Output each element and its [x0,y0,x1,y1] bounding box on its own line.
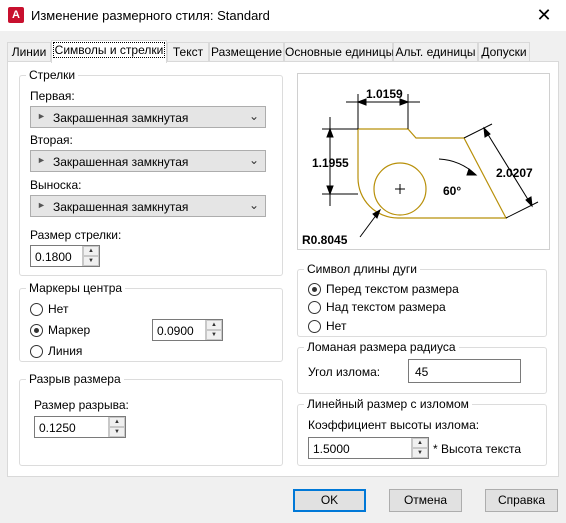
arrowheads-title: Стрелки [26,68,79,82]
preview-angle: 60° [443,184,461,198]
app-icon: A [8,7,24,23]
center-mark-radio[interactable] [30,324,43,337]
arrow-size-value: 0.1800 [35,250,72,264]
help-button[interactable]: Справка [485,489,558,512]
center-mark-size-value: 0.0900 [157,324,194,338]
linear-jog-title: Линейный размер с изломом [304,397,472,411]
center-line-label: Линия [48,344,83,358]
spin-up-button[interactable]: ▲ [109,417,125,427]
center-line-radio[interactable] [30,345,43,358]
jog-angle-label: Угол излома: [308,365,381,379]
first-arrow-select[interactable]: ► Закрашенная замкнутая ⌄ [30,106,266,128]
spin-down-button[interactable]: ▼ [412,448,428,458]
window-title: Изменение размерного стиля: Standard [31,8,270,23]
arrow-size-spinner[interactable]: 0.1800 ▲ ▼ [30,245,100,267]
dim-break-title: Разрыв размера [26,372,124,386]
spin-down-button[interactable]: ▼ [206,330,222,340]
arc-none-label: Нет [326,319,347,333]
leader-arrow-value: Закрашенная замкнутая [53,200,189,214]
jog-angle-input[interactable]: 45 [408,359,521,383]
title-bar: A Изменение размерного стиля: Standard ✕ [0,0,566,31]
arc-above-label: Над текстом размера [326,300,446,314]
preview-dim-left: 1.1955 [312,156,349,170]
second-arrow-select[interactable]: ► Закрашенная замкнутая ⌄ [30,150,266,172]
break-size-spinner[interactable]: 0.1250 ▲ ▼ [34,416,126,438]
preview-drawing: 1.0159 1.1955 2.0207 60° R0.8045 [302,87,539,247]
leader-arrow-label: Выноска: [30,178,82,192]
part-outline [357,128,507,219]
arc-before-radio[interactable] [308,283,321,296]
spin-down-button[interactable]: ▼ [83,256,99,266]
leader-arrow-select[interactable]: ► Закрашенная замкнутая ⌄ [30,195,266,217]
chevron-down-icon: ⌄ [248,109,259,123]
break-size-label: Размер разрыва: [34,398,129,412]
preview-dim-right: 2.0207 [496,166,533,180]
dim-break-group: Разрыв размера Размер разрыва: 0.1250 ▲ … [19,372,283,466]
tab-symbols-arrows[interactable]: Символы и стрелки [51,40,167,63]
arrow-icon: ► [37,111,46,121]
arc-none-radio[interactable] [308,320,321,333]
jog-factor-suffix: * Высота текста [433,442,522,456]
radius-jog-group: Ломаная размера радиуса Угол излома: 45 [297,340,547,394]
center-marks-title: Маркеры центра [26,281,126,295]
center-none-radio[interactable] [30,303,43,316]
tab-panel: Стрелки Первая: ► Закрашенная замкнутая … [7,61,559,477]
tab-tolerances[interactable]: Допуски [478,42,530,62]
tab-text[interactable]: Текст [167,42,209,62]
center-none-label: Нет [48,302,69,316]
tab-lines[interactable]: Линии [7,42,51,62]
spin-up-button[interactable]: ▲ [412,438,428,448]
second-arrow-label: Вторая: [30,133,73,147]
center-marks-group: Маркеры центра Нет Маркер Линия 0.0900 ▲… [19,281,283,362]
break-size-value: 0.1250 [39,421,76,435]
radius-jog-title: Ломаная размера радиуса [304,340,459,354]
second-arrow-value: Закрашенная замкнутая [53,155,189,169]
spin-up-button[interactable]: ▲ [83,246,99,256]
preview-pane: 1.0159 1.1955 2.0207 60° R0.8045 [297,73,550,250]
tab-fit[interactable]: Размещение [209,42,284,62]
chevron-down-icon: ⌄ [248,153,259,167]
tab-primary-units[interactable]: Основные единицы [284,42,394,62]
arc-length-group: Символ длины дуги Перед текстом размера … [297,262,547,337]
preview-radius: R0.8045 [302,233,348,247]
arrow-icon: ► [37,155,46,165]
close-button[interactable]: ✕ [522,0,566,31]
cancel-button[interactable]: Отмена [389,489,462,512]
jog-angle-value: 45 [415,365,429,379]
chevron-down-icon: ⌄ [248,198,259,212]
arrow-size-label: Размер стрелки: [30,228,122,242]
arrow-icon: ► [37,200,46,210]
arc-length-title: Символ длины дуги [304,262,420,276]
arc-above-radio[interactable] [308,301,321,314]
arrowheads-group: Стрелки Первая: ► Закрашенная замкнутая … [19,68,283,276]
jog-factor-label: Коэффициент высоты излома: [308,418,480,432]
jog-factor-value: 1.5000 [313,442,350,456]
first-arrow-label: Первая: [30,89,75,103]
arc-before-label: Перед текстом размера [326,282,459,296]
ok-button[interactable]: OK [293,489,366,512]
first-arrow-value: Закрашенная замкнутая [53,111,189,125]
center-mark-label: Маркер [48,323,91,337]
spin-down-button[interactable]: ▼ [109,427,125,437]
center-mark-size-spinner[interactable]: 0.0900 ▲ ▼ [152,319,223,341]
preview-dim-top: 1.0159 [366,87,403,101]
tab-alt-units[interactable]: Альт. единицы [393,42,478,62]
linear-jog-group: Линейный размер с изломом Коэффициент вы… [297,397,547,466]
spin-up-button[interactable]: ▲ [206,320,222,330]
jog-factor-spinner[interactable]: 1.5000 ▲ ▼ [308,437,429,459]
